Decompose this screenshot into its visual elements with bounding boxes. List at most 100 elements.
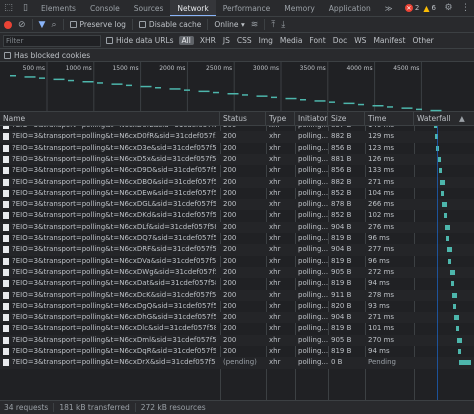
table-row[interactable]: ?EIO=3&transport=polling&t=N6cxDgQ&sid=3… (0, 301, 474, 312)
waterfall-bar (443, 213, 447, 219)
disable-cache-checkbox[interactable]: Disable cache (138, 20, 201, 29)
column-header-time[interactable]: Time (365, 112, 414, 126)
filter-type-img[interactable]: Img (258, 36, 274, 45)
clear-icon[interactable]: ⊘ (18, 20, 26, 30)
tab-sources[interactable]: Sources (127, 0, 171, 16)
table-row[interactable]: ?EIO=3&transport=polling&t=N6cxD9D&sid=3… (0, 165, 474, 176)
filter-type-xhr[interactable]: XHR (199, 36, 217, 45)
tab-network[interactable]: Network (170, 0, 216, 16)
column-header-size[interactable]: Size (328, 112, 365, 126)
filter-type-js[interactable]: JS (222, 36, 231, 45)
filter-type-manifest[interactable]: Manifest (372, 36, 406, 45)
tab-performance[interactable]: Performance (216, 0, 278, 16)
request-name: ?EIO=3&transport=polling&t=N6cxD0fR&sid=… (12, 132, 216, 141)
table-row[interactable]: ?EIO=3&transport=polling&t=N6cxDKd&sid=3… (0, 210, 474, 221)
overview-request-bar (82, 81, 94, 83)
toolbar-divider (264, 19, 266, 30)
request-status: 200 (223, 132, 237, 141)
table-row[interactable]: ?EIO=3&transport=polling&t=N6cxDlc&sid=3… (0, 323, 474, 334)
column-header-status[interactable]: Status (220, 112, 266, 126)
tab-console[interactable]: Console (83, 0, 127, 16)
table-row[interactable]: ?EIO=3&transport=polling&t=N6cxD0fR&sid=… (0, 131, 474, 143)
request-initiator: polling... (298, 245, 328, 254)
tab-application[interactable]: Application (322, 0, 378, 16)
filter-type-doc[interactable]: Doc (332, 36, 349, 45)
request-time: 272 ms (368, 267, 395, 276)
table-row[interactable]: ?EIO=3&transport=polling&t=N6cxDWg&sid=3… (0, 266, 474, 279)
import-har-icon[interactable]: ⤒ (271, 20, 275, 30)
filter-type-css[interactable]: CSS (236, 36, 253, 45)
waterfall-dom-loaded-line (437, 126, 438, 400)
more-tabs-icon[interactable]: ≫ (378, 0, 400, 16)
column-header-initiator[interactable]: Initiator (295, 112, 328, 126)
table-row[interactable]: ?EIO=3&transport=polling&t=N6cxD3e&sid=3… (0, 143, 474, 154)
request-size: 878 B (331, 200, 352, 209)
table-row[interactable]: ?EIO=3&transport=polling&t=N6cxDat&sid=3… (0, 278, 474, 289)
request-name: ?EIO=3&transport=polling&t=N6cxDVa&sid=3… (12, 256, 216, 265)
request-size: 819 B (331, 279, 352, 288)
more-options-icon[interactable]: ⋮ (457, 0, 474, 16)
search-icon[interactable]: ⌕ (51, 20, 56, 30)
inspect-element-icon[interactable]: ⬚ (0, 0, 17, 16)
column-header-name[interactable]: Name (0, 112, 220, 126)
filter-type-other[interactable]: Other (411, 36, 434, 45)
request-time: 266 ms (368, 200, 395, 209)
preserve-log-label: Preserve log (79, 20, 126, 29)
table-row[interactable]: ?EIO=3&transport=polling&t=N6cxDhG&sid=3… (0, 312, 474, 324)
filter-input[interactable]: Filter (3, 34, 101, 47)
table-row[interactable]: ?EIO=3&transport=polling&t=N6cxDRF&sid=3… (0, 244, 474, 256)
overview-request-bar (300, 99, 306, 101)
request-size: 819 B (331, 234, 352, 242)
table-row[interactable]: ?EIO=3&transport=polling&t=N6cxDVa&sid=3… (0, 256, 474, 267)
request-type: xhr (269, 301, 281, 310)
table-row[interactable]: ?EIO=3&transport=polling&t=N6cxDLf&sid=3… (0, 221, 474, 233)
settings-gear-icon[interactable]: ⚙ (440, 0, 457, 16)
table-row[interactable]: ?EIO=3&transport=polling&t=N6cxDEw&sid=3… (0, 188, 474, 199)
throttle-select[interactable]: Online ▾ (214, 20, 244, 29)
table-row[interactable]: ?EIO=3&transport=polling&t=N6cxDQ7&sid=3… (0, 233, 474, 244)
table-row[interactable]: ?EIO=3&transport=polling&t=N6cxDml&sid=3… (0, 334, 474, 346)
request-time: 102 ms (368, 211, 395, 220)
checkbox-box (138, 21, 146, 28)
table-row[interactable]: ?EIO=3&transport=polling&t=N6cxDrX&sid=3… (0, 357, 474, 369)
column-header-waterfall[interactable]: Waterfall (414, 112, 474, 126)
request-type: xhr (269, 267, 281, 276)
request-name: ?EIO=3&transport=polling&t=N6cxDlc&sid=3… (12, 324, 216, 333)
request-type: xhr (269, 143, 281, 152)
waterfall-bar (438, 168, 442, 174)
request-name: ?EIO=3&transport=polling&t=N6cxDBO&sid=3… (12, 177, 216, 186)
request-type: xhr (269, 245, 281, 254)
table-row[interactable]: ?EIO=3&transport=polling&t=N6cxDBO&sid=3… (0, 176, 474, 188)
filter-icon[interactable]: ▼ (39, 20, 46, 30)
column-header-type[interactable]: Type (266, 112, 295, 126)
device-toolbar-icon[interactable]: ▯ (17, 0, 34, 16)
filter-type-all[interactable]: All (178, 36, 194, 45)
export-har-icon[interactable]: ⤓ (281, 20, 285, 30)
network-overview-timeline[interactable]: 500 ms 1000 ms 1500 ms 2000 ms 2500 ms 3000 m… (0, 62, 474, 112)
filter-type-ws[interactable]: WS (353, 36, 367, 45)
request-size: 852 B (331, 211, 352, 220)
preserve-log-checkbox[interactable]: Preserve log (69, 20, 126, 29)
table-row[interactable]: ?EIO=3&transport=polling&t=N6cxDcK&sid=3… (0, 289, 474, 301)
error-count-badge[interactable]: ✕ 2 (404, 4, 419, 12)
request-type: xhr (269, 335, 281, 344)
filter-type-media[interactable]: Media (279, 36, 304, 45)
overview-request-bar (39, 77, 45, 79)
tab-memory[interactable]: Memory (277, 0, 322, 16)
tab-elements[interactable]: Elements (34, 0, 83, 16)
request-status: 200 (223, 279, 237, 288)
transferred-size: 181 kB transferred (59, 403, 130, 412)
overview-request-bar (184, 89, 190, 91)
network-conditions-icon[interactable]: ≋ (251, 20, 259, 30)
hide-data-urls-checkbox[interactable]: Hide data URLs (106, 36, 174, 45)
table-row[interactable]: ?EIO=3&transport=polling&t=N6cxDGL&sid=3… (0, 199, 474, 211)
table-row[interactable]: ?EIO=3&transport=polling&t=N6cxDqR&sid=3… (0, 346, 474, 357)
filter-type-font[interactable]: Font (308, 36, 326, 45)
has-blocked-cookies-checkbox[interactable]: Has blocked cookies (4, 51, 90, 60)
table-row[interactable]: ?EIO=3&transport=polling&t=N6cxD5x&sid=3… (0, 153, 474, 166)
warning-count-badge[interactable]: ▲ 6 (423, 4, 436, 13)
record-icon[interactable] (4, 20, 12, 29)
request-time: Pending (368, 358, 396, 367)
request-size: 882 B (331, 132, 352, 141)
request-type: xhr (269, 358, 281, 367)
